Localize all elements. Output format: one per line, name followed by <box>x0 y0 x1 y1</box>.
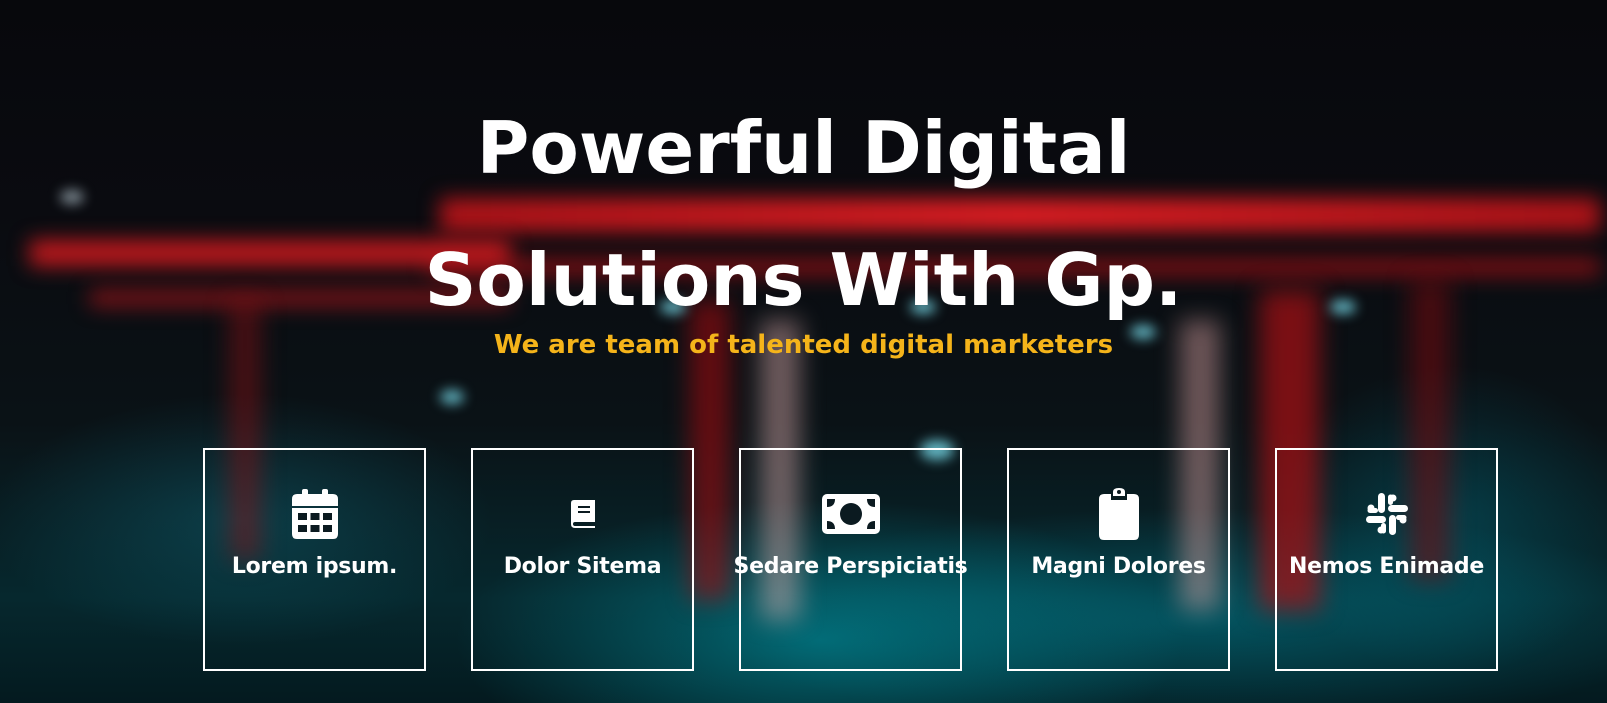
background-lamp <box>440 390 464 404</box>
calendar-icon <box>291 488 338 540</box>
feature-card-magni-dolores[interactable]: Magni Dolores <box>1007 448 1230 671</box>
feature-card-dolor-sitema[interactable]: Dolor Sitema <box>471 448 694 671</box>
feature-label: Lorem ipsum. <box>231 554 398 579</box>
hero-headline: Powerful Digital Solutions With Gp. <box>0 82 1607 346</box>
slack-icon <box>1364 488 1410 540</box>
hero-subtitle: We are team of talented digital marketer… <box>493 330 1114 360</box>
feature-label: Sedare Perspiciatis <box>733 554 968 579</box>
clipboard-icon <box>1098 488 1139 540</box>
book-icon <box>570 488 595 540</box>
feature-card-lorem-ipsum[interactable]: Lorem ipsum. <box>203 448 426 671</box>
feature-label: Magni Dolores <box>1031 554 1206 579</box>
feature-cards: Lorem ipsum. Dolor Sitema Sedare Perspic… <box>203 448 1498 671</box>
headline-line-1: Powerful Digital <box>476 106 1131 190</box>
feature-label: Nemos Enimade <box>1289 554 1484 579</box>
feature-card-sedare-perspiciatis[interactable]: Sedare Perspiciatis <box>734 448 968 671</box>
feature-label: Dolor Sitema <box>503 554 662 579</box>
feature-card-nemos-enimade[interactable]: Nemos Enimade <box>1275 448 1498 671</box>
headline-line-2: Solutions With Gp. <box>424 238 1183 322</box>
money-bill-icon <box>821 488 880 540</box>
